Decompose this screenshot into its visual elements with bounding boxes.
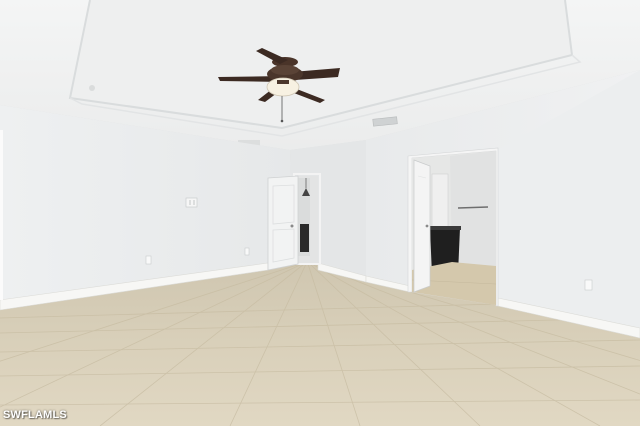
outlet-left [145,255,152,265]
outlet-right [584,279,593,291]
open-door-left [267,175,299,271]
interior-door [431,173,449,231]
hall-cabinet [300,224,309,252]
outlet-center [244,247,250,256]
bathroom-doorway [407,147,499,307]
window-glare [0,130,3,300]
door-knob [290,224,294,228]
smoke-detector [89,85,95,91]
towel-bar [457,206,489,209]
room-illustration [0,0,640,426]
room-photo: SWFLAMLS [0,0,640,426]
light-switch [185,197,198,208]
watermark: SWFLAMLS [3,409,67,421]
